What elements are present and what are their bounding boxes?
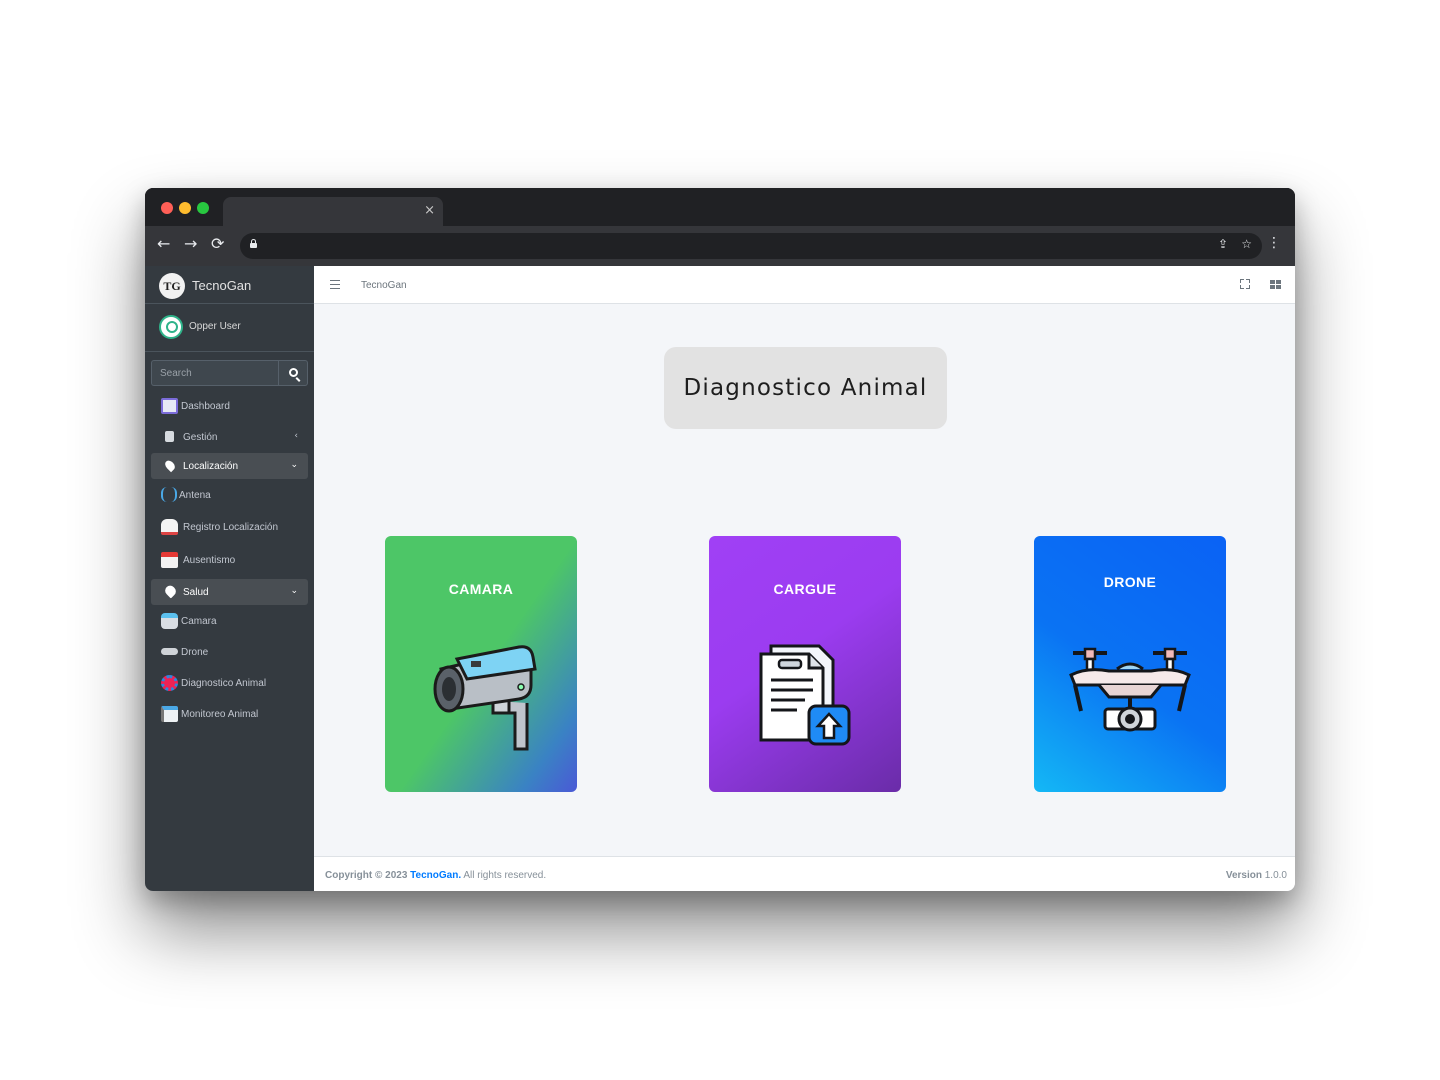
sidebar-item-dashboard[interactable]: Dashboard [151,393,308,419]
sidebar-item-localizacion[interactable]: Localización ⌄ [151,453,308,479]
card-title: CAMARA [448,581,514,597]
page-title-box: Diagnostico Animal [664,347,947,429]
browser-window: × ← → ⟳ ⇪ ☆ ⋮ TG TecnoGan Opper User Sea… [145,188,1295,891]
sidebar-item-label: Antena [179,490,211,501]
version-label: Version [1225,870,1262,881]
sidebar-item-label: Registro Localización [183,522,279,533]
sidebar-item-label: Ausentismo [183,555,236,566]
tab-close-icon[interactable]: × [424,203,435,218]
widgets-grid-icon[interactable] [1270,280,1281,289]
search-button[interactable] [278,360,308,386]
address-bar[interactable]: ⇪ ☆ [240,233,1262,259]
calendar-icon [161,552,178,568]
browser-toolbar: ← → ⟳ ⇪ ☆ ⋮ [145,226,1295,266]
drone-camera-icon [1069,647,1191,732]
sidebar-item-label: Diagnostico Animal [181,678,267,689]
document-upload-icon [759,644,851,746]
topnav-brand-link[interactable]: TecnoGan [361,280,407,291]
card-title: DRONE [1103,574,1157,590]
monitor-camera-icon [161,706,178,722]
browser-menu-icon[interactable]: ⋮ [1267,235,1281,251]
card-title: CARGUE [773,581,837,597]
browser-tab[interactable]: × [223,197,443,226]
close-window-button[interactable] [161,202,173,214]
fullscreen-icon[interactable] [1240,279,1250,289]
brand-link[interactable]: TG TecnoGan [145,266,314,304]
sidebar-item-salud[interactable]: Salud ⌄ [151,579,308,605]
reload-icon[interactable]: ⟳ [211,234,224,253]
cow-location-icon [161,519,178,535]
sidebar-item-monitoreo-animal[interactable]: Monitoreo Animal [151,701,308,727]
lock-icon [250,239,257,248]
page-viewport: TG TecnoGan Opper User Dashboard Gestión… [145,266,1295,891]
camera-icon [161,613,178,629]
sidebar-item-camara[interactable]: Camara [151,608,308,634]
rights-text: All rights reserved. [463,870,547,881]
chevron-down-icon: ⌄ [290,586,298,596]
back-arrow-icon[interactable]: ← [157,234,170,253]
version-number: 1.0.0 [1264,870,1287,881]
footer-brand-link[interactable]: TecnoGan. [410,870,461,881]
sidebar-item-label: Localización [183,461,239,472]
footer: Copyright © 2023 TecnoGan. All rights re… [314,856,1295,891]
copyright-text: Copyright © 2023 [325,870,408,881]
brand-logo: TG [159,273,185,299]
sidebar-item-drone[interactable]: Drone [151,639,308,665]
sidebar-item-label: Dashboard [181,401,230,412]
heartbeat-icon [163,583,178,599]
sidebar-item-diagnostico-animal[interactable]: Diagnostico Animal [151,670,308,696]
share-icon[interactable]: ⇪ [1218,237,1228,251]
maximize-window-button[interactable] [197,202,209,214]
sidebar-item-gestion[interactable]: Gestión ‹ [151,424,308,450]
card-cargue[interactable]: CARGUE [709,536,901,792]
security-camera-icon [433,645,537,751]
sidebar-search [151,360,308,386]
bookmark-star-icon[interactable]: ☆ [1241,237,1252,251]
user-name: Opper User [189,321,241,332]
map-marker-icon [163,458,177,473]
forward-arrow-icon[interactable]: → [184,234,197,253]
sidebar-item-label: Drone [181,647,209,658]
top-navbar: TecnoGan [314,266,1295,304]
chevron-down-icon: ⌄ [290,460,298,470]
card-camara[interactable]: CAMARA [385,536,577,792]
sidebar-item-label: Gestión [183,432,218,443]
antenna-icon [161,487,177,502]
footer-copyright: Copyright © 2023 TecnoGan. All rights re… [325,870,546,881]
sidebar-item-antena[interactable]: Antena [151,482,308,508]
user-panel[interactable]: Opper User [145,304,314,352]
footer-version: Version 1.0.0 [1226,870,1287,881]
brand-text: TecnoGan [192,278,252,293]
hamburger-menu-icon[interactable] [330,280,340,289]
minimize-window-button[interactable] [179,202,191,214]
sidebar-item-registro-localizacion[interactable]: Registro Localización [151,514,308,540]
search-input[interactable] [151,360,278,386]
avatar [159,315,183,339]
sidebar-item-label: Monitoreo Animal [181,709,259,720]
chevron-left-icon: ‹ [294,431,298,441]
card-drone[interactable]: DRONE [1034,536,1226,792]
sidebar: TG TecnoGan Opper User Dashboard Gestión… [145,266,314,891]
sidebar-item-label: Salud [183,587,209,598]
sidebar-item-ausentismo[interactable]: Ausentismo [151,547,308,573]
dashboard-icon [161,398,178,414]
sidebar-item-label: Camara [181,616,217,627]
drone-icon [161,648,178,655]
page-title: Diagnostico Animal [683,375,928,401]
search-icon [289,368,298,377]
main-content: TecnoGan Diagnostico Animal CAMARA CARGU… [314,266,1295,891]
tab-bar: × [145,188,1295,226]
virus-icon [161,675,178,691]
clipboard-icon [165,431,174,442]
